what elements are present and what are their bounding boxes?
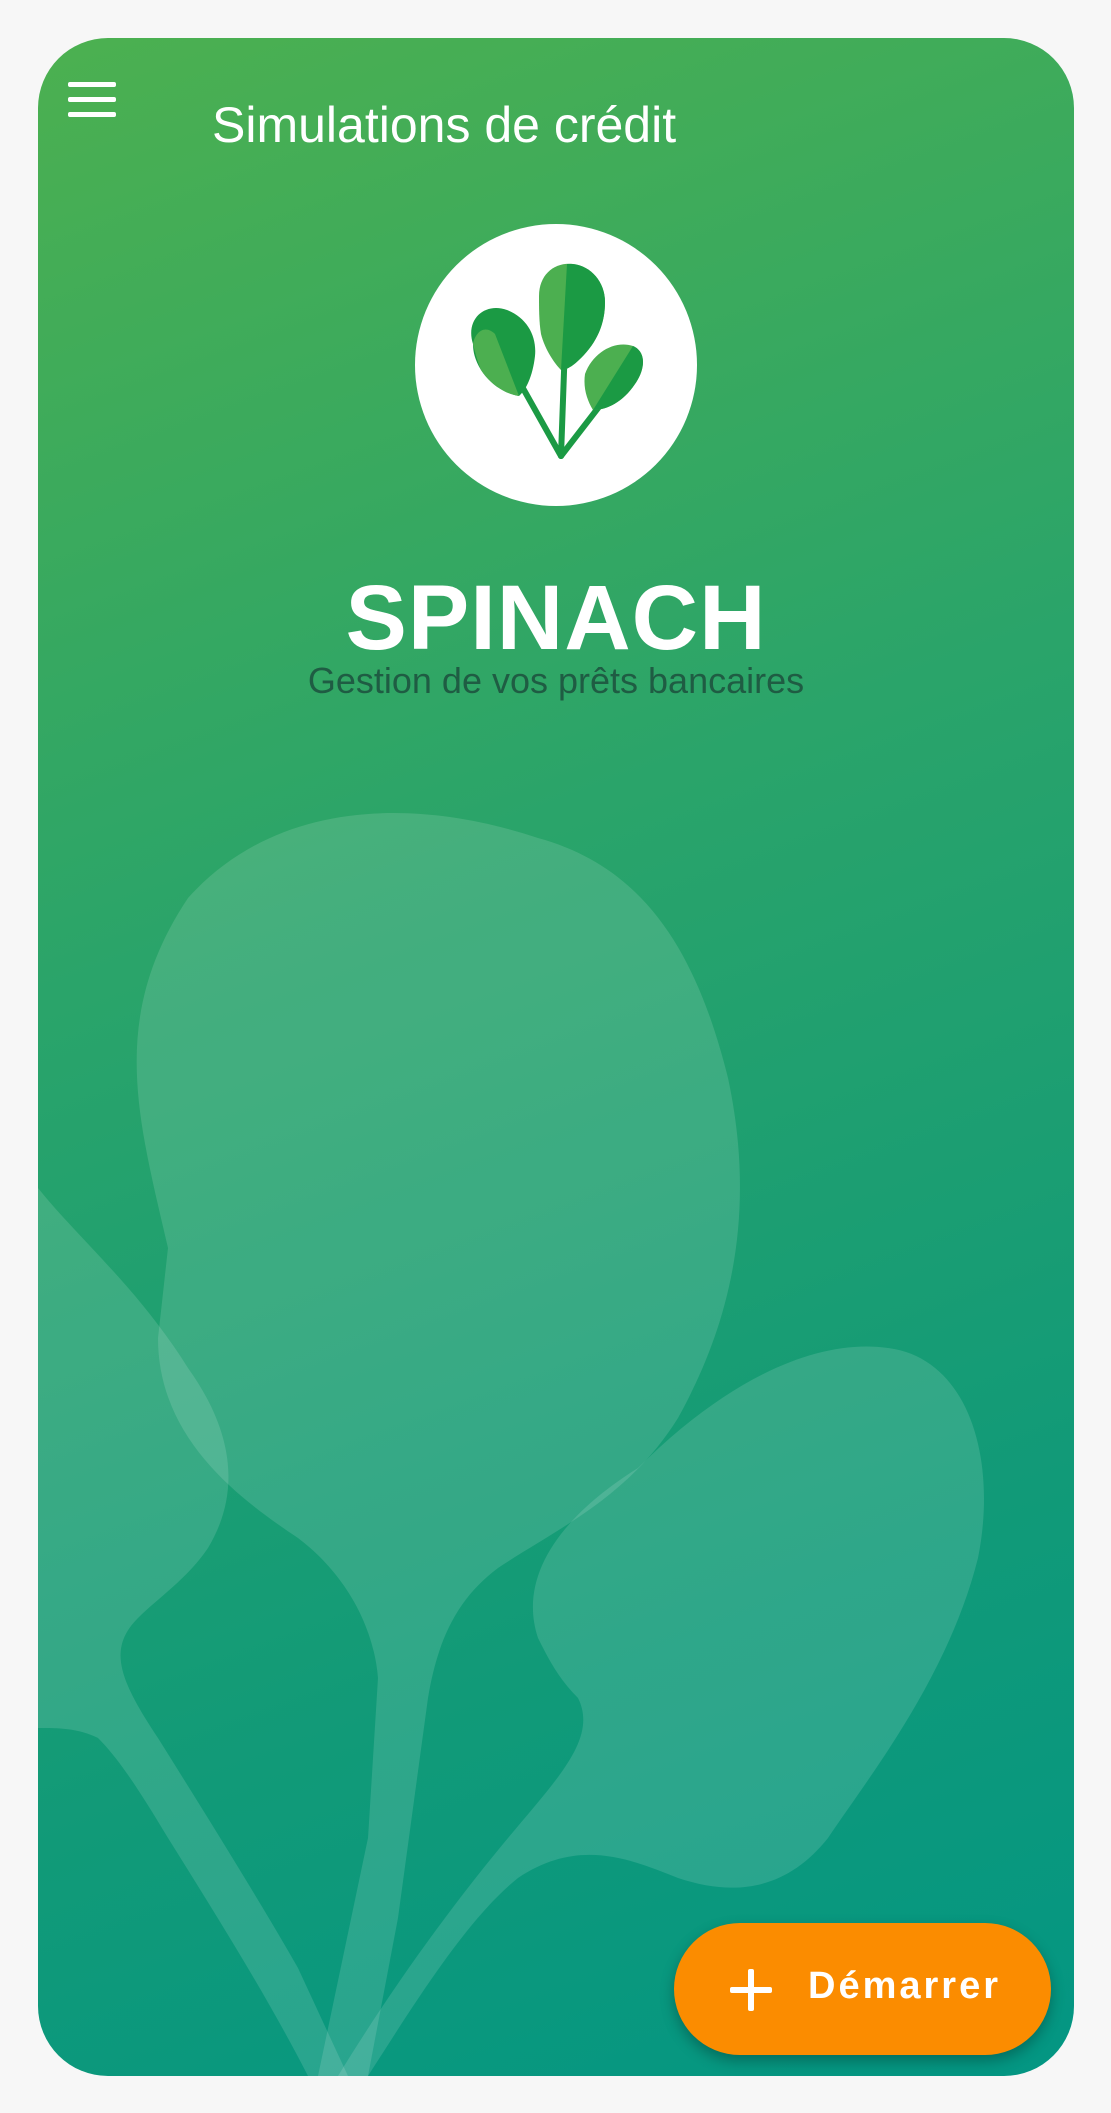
plus-icon — [730, 1969, 772, 2011]
brand-name: SPINACH — [345, 567, 767, 669]
page-title: Simulations de crédit — [212, 97, 677, 153]
hamburger-menu-icon[interactable] — [60, 70, 120, 130]
tagline: Gestion de vos prêts bancaires — [307, 660, 805, 701]
start-button-label: Démarrer — [808, 1965, 1001, 2007]
spinach-leaves-icon — [471, 263, 643, 459]
app-screen: Simulations de crédit SPINACH Gestion de… — [38, 38, 1074, 2076]
app-logo — [415, 224, 697, 506]
start-button[interactable]: Démarrer — [674, 1923, 1051, 2055]
app-bar: Simulations de crédit — [38, 38, 1074, 158]
